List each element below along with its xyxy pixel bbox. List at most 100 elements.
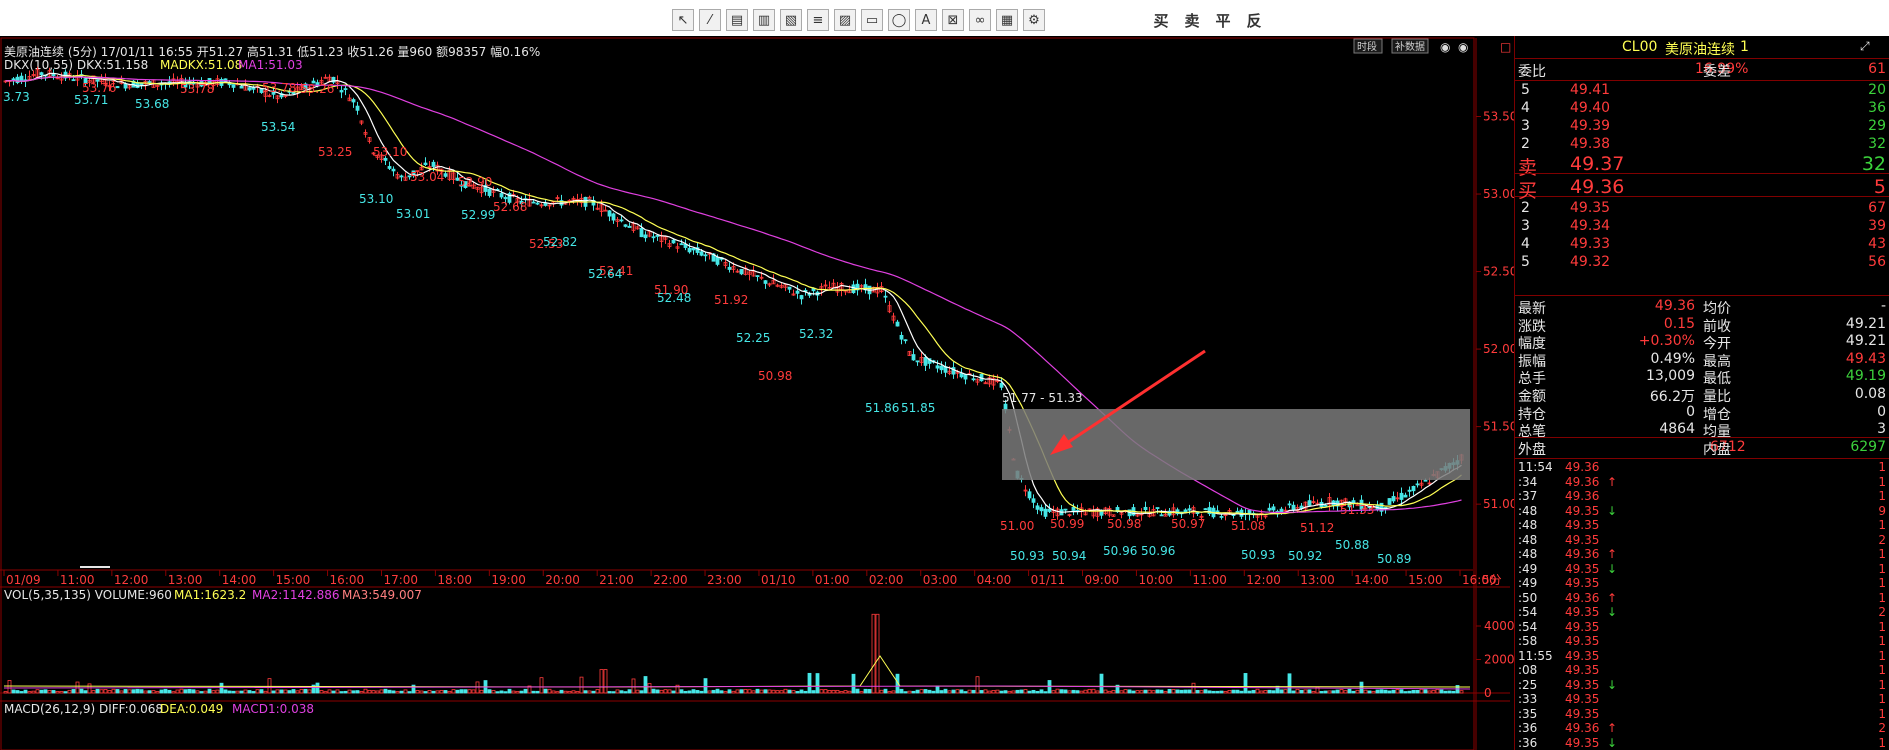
candle-body (1039, 507, 1044, 512)
ruler-icon[interactable]: ▧ (780, 9, 802, 31)
volume-bar (1095, 690, 1100, 694)
trade-button-3[interactable]: 反 (1241, 9, 1267, 31)
candle-body (923, 357, 928, 366)
price-label-low: 50.96 (1141, 544, 1175, 558)
candle-body (1203, 508, 1208, 511)
candle-body (1187, 508, 1192, 511)
volume-bar (1031, 689, 1036, 694)
volume-bar (1243, 673, 1248, 694)
volume-bar (407, 691, 412, 694)
volume-bar (1231, 689, 1236, 694)
candle-body (1267, 507, 1272, 511)
price-label-high: 53.10 (373, 145, 407, 159)
bar-chart-icon[interactable]: ▤ (726, 9, 748, 31)
candle-body (999, 382, 1004, 388)
expand-icon[interactable]: ⤢ (1860, 39, 1870, 54)
line-tool-icon[interactable]: ⁄ (699, 9, 721, 31)
chart-canvas[interactable]: 美原油连续 (5分) 17/01/11 16:55 开51.27 高51.31 … (0, 36, 1514, 750)
price-label-low: 52.64 (588, 267, 622, 281)
volume-bar (1371, 690, 1376, 694)
settings-icon[interactable]: ⚙ (1023, 9, 1045, 31)
volume-bar (1447, 690, 1452, 694)
bid1-row[interactable]: 买 49.36 5 (1515, 176, 1889, 202)
volume-bar (223, 689, 228, 694)
volume-bar (247, 690, 252, 694)
volume-bar (783, 688, 788, 694)
ask-row[interactable]: 2 49.38 32 (1515, 136, 1889, 154)
volume-bar (699, 690, 704, 694)
volume-bar (1375, 689, 1380, 694)
tick-row: :36 49.36 ↑ 2 (1518, 721, 1886, 735)
range-label: 51.77 - 51.33 (1002, 391, 1083, 405)
volume-bar (15, 690, 20, 694)
volume-bar (1279, 689, 1284, 694)
tick-row: :49 49.35 1 (1518, 576, 1886, 590)
volume-bar (1459, 690, 1464, 694)
volume-bar (871, 613, 876, 694)
vol-axis-label: 40000 (1484, 619, 1514, 633)
volume-bar (319, 690, 324, 694)
volume-bar (291, 689, 296, 694)
ask-row[interactable]: 4 49.40 36 (1515, 100, 1889, 118)
volume-bar (435, 690, 440, 694)
bid-row[interactable]: 4 49.33 43 (1515, 236, 1889, 254)
channel-icon[interactable]: ▨ (834, 9, 856, 31)
ask-row[interactable]: 5 49.41 20 (1515, 82, 1889, 100)
grid-icon[interactable]: ▦ (996, 9, 1018, 31)
bid-row[interactable]: 2 49.35 67 (1515, 200, 1889, 218)
volume-bar (1255, 688, 1260, 694)
volume-bar (775, 690, 780, 694)
volume-bar (903, 691, 908, 694)
bid-row[interactable]: 5 49.32 56 (1515, 254, 1889, 272)
volume-bar (451, 689, 456, 694)
volume-bar (211, 690, 216, 694)
volume-bar (687, 690, 692, 694)
ask1-row[interactable]: 卖 49.37 32 (1515, 153, 1889, 179)
volume-bar (395, 691, 400, 694)
volume-bar (651, 688, 656, 694)
vol-axis-label: 0 (1484, 686, 1492, 700)
volume-bar (1395, 689, 1400, 694)
volume-bar (279, 689, 284, 694)
candle-body (799, 295, 804, 300)
price-label-low: 52.48 (657, 291, 691, 305)
volume-bar (927, 689, 932, 694)
text-icon[interactable]: A (915, 9, 937, 31)
link-icon[interactable]: ∞ (969, 9, 991, 31)
volume-bar (1079, 690, 1084, 694)
circle-icon[interactable]: ◯ (888, 9, 910, 31)
trade-button-1[interactable]: 卖 (1179, 9, 1205, 31)
time-axis-label: 19:00 (491, 573, 526, 587)
volume-bar (1403, 691, 1408, 694)
scroll-thumb[interactable] (80, 566, 110, 568)
candle-body (503, 197, 508, 200)
volume-bar (1451, 690, 1456, 694)
volume-bar (323, 691, 328, 694)
time-axis-label: 11:00 (1192, 573, 1227, 587)
volume-bar (79, 688, 84, 694)
volume-bar (1179, 689, 1184, 694)
kline-chart[interactable]: 美原油连续 (5分) 17/01/11 16:55 开51.27 高51.31 … (0, 36, 1514, 750)
candle-icon[interactable]: ▥ (753, 9, 775, 31)
erase-icon[interactable]: ⊠ (942, 9, 964, 31)
volume-bar (1127, 689, 1132, 694)
ask-row[interactable]: 3 49.39 29 (1515, 118, 1889, 136)
volume-bar (899, 688, 904, 694)
volume-bar (515, 691, 520, 694)
candle-body (231, 84, 236, 88)
volume-bar (875, 613, 880, 694)
bid-row[interactable]: 3 49.34 39 (1515, 218, 1889, 236)
candle-body (639, 228, 644, 238)
volume-bar (691, 689, 696, 694)
price-label-low: 52.25 (736, 331, 770, 345)
candle-body (139, 83, 144, 86)
cursor-icon[interactable]: ↖ (672, 9, 694, 31)
fib-icon[interactable]: ≡ (807, 9, 829, 31)
trade-button-2[interactable]: 平 (1210, 9, 1236, 31)
rect-icon[interactable]: ▭ (861, 9, 883, 31)
candle-body (535, 202, 540, 205)
volume-bar (1367, 690, 1372, 694)
candle-body (1159, 514, 1164, 517)
trade-button-0[interactable]: 买 (1148, 9, 1174, 31)
volume-bar (883, 688, 888, 694)
